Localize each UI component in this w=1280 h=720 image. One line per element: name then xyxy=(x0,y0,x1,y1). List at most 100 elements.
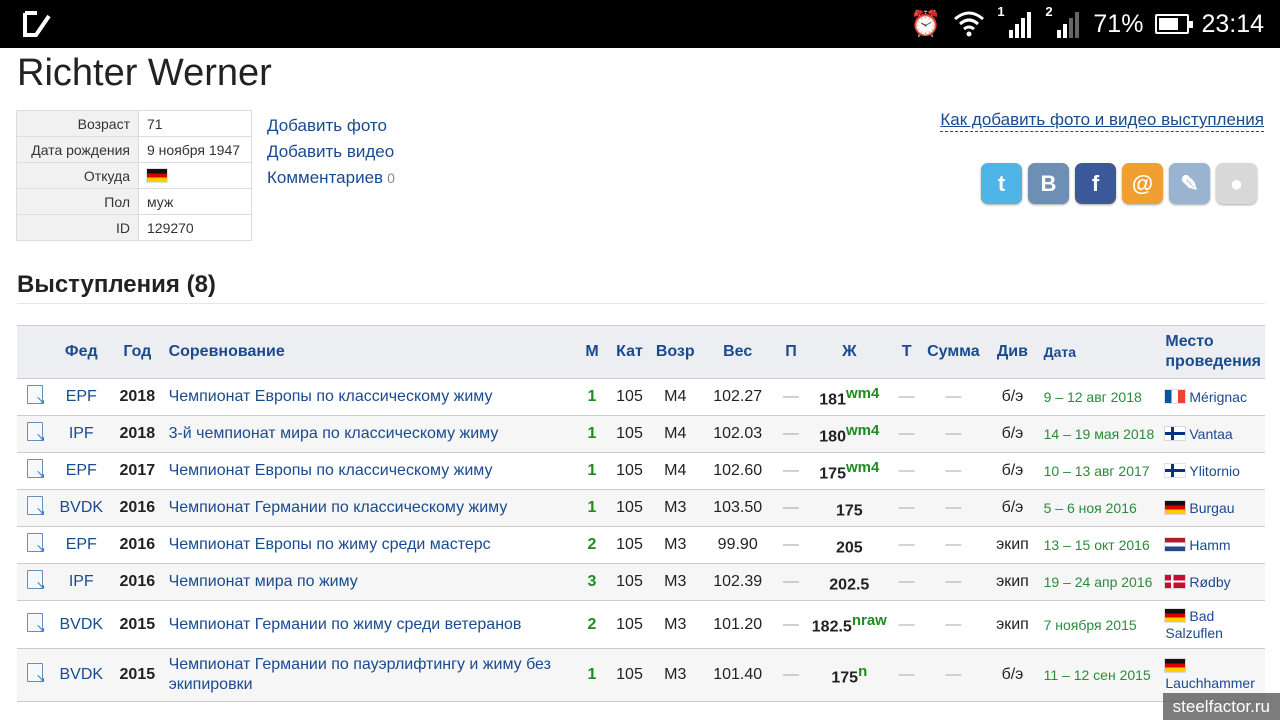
country-flag-icon xyxy=(1165,608,1186,622)
col-division[interactable]: Див xyxy=(985,325,1040,379)
fed-link[interactable]: EPF xyxy=(52,378,111,416)
fed-link[interactable]: BVDK xyxy=(52,489,111,527)
col-date[interactable]: Дата xyxy=(1039,325,1162,379)
country-flag-icon xyxy=(1165,463,1186,477)
fed-link[interactable]: IPF xyxy=(52,415,111,453)
protocol-doc-icon[interactable] xyxy=(26,496,46,518)
competition-link[interactable]: Чемпионат Европы по классическому жиму xyxy=(164,452,576,490)
fed-link[interactable]: BVDK xyxy=(52,648,111,702)
weight-class: 105 xyxy=(608,415,651,453)
date: 5 – 6 ноя 2016 xyxy=(1039,489,1162,527)
mail-icon[interactable]: @ xyxy=(1122,163,1163,204)
protocol-doc-icon[interactable] xyxy=(26,612,46,635)
bench-value: 175 xyxy=(835,502,863,520)
table-row: BVDK2015Чемпионат Германии по пауэрлифти… xyxy=(17,648,1265,702)
table-row: IPF20183-й чемпионат мира по классическо… xyxy=(17,415,1265,453)
rank: 1 xyxy=(575,648,609,702)
venue-link[interactable]: Mérignac xyxy=(1161,378,1265,416)
info-label-sex: Пол xyxy=(16,188,139,215)
weight-class: 105 xyxy=(608,452,651,490)
competition-link[interactable]: Чемпионат Германии по классическому жиму xyxy=(164,489,576,527)
country-flag-icon xyxy=(1165,574,1186,588)
bench-value: 181 xyxy=(819,391,846,409)
squat-result: — xyxy=(775,415,807,453)
competition-link[interactable]: Чемпионат мира по жиму xyxy=(164,563,576,601)
squat-result: — xyxy=(775,563,807,601)
competition-link[interactable]: Чемпионат Европы по жиму среди мастерс xyxy=(164,526,576,564)
deadlift-result: — xyxy=(891,378,922,416)
col-venue[interactable]: Место проведения xyxy=(1161,325,1265,379)
signal-sim1-icon: 1 xyxy=(997,4,1033,40)
venue-link[interactable]: Ylitornio xyxy=(1161,452,1265,490)
fed-link[interactable]: BVDK xyxy=(52,600,111,649)
fed-link[interactable]: EPF xyxy=(52,452,111,490)
col-bench[interactable]: Ж xyxy=(806,325,892,379)
bench-value: 175 xyxy=(831,669,859,687)
col-competition[interactable]: Соревнование xyxy=(164,325,576,379)
twitter-icon[interactable]: t xyxy=(981,163,1022,204)
col-deadlift[interactable]: Т xyxy=(891,325,922,379)
bench-value: 180 xyxy=(819,428,846,446)
age-group: M3 xyxy=(650,563,701,601)
google-icon[interactable]: ● xyxy=(1216,163,1257,204)
rank: 3 xyxy=(575,563,609,601)
col-age-group[interactable]: Возр xyxy=(650,325,701,379)
record-badge: wm4 xyxy=(845,421,880,439)
venue-link[interactable]: Bad Salzuflen xyxy=(1161,600,1265,649)
total-result: — xyxy=(921,452,986,490)
date: 19 – 24 апр 2016 xyxy=(1039,563,1162,601)
competition-link[interactable]: Чемпионат Европы по классическому жиму xyxy=(164,378,576,416)
deadlift-result: — xyxy=(891,648,922,702)
age-group: M4 xyxy=(650,378,701,416)
bench-result: 175 xyxy=(806,489,892,527)
col-squat[interactable]: П xyxy=(775,325,807,379)
fed-link[interactable]: IPF xyxy=(52,563,111,601)
venue-link[interactable]: Burgau xyxy=(1161,489,1265,527)
protocol-doc-icon[interactable] xyxy=(26,663,46,685)
date: 9 – 12 авг 2018 xyxy=(1039,378,1162,416)
vkontakte-icon[interactable]: В xyxy=(1028,163,1069,204)
col-fed[interactable]: Фед xyxy=(52,325,111,379)
protocol-doc-icon[interactable] xyxy=(26,459,46,481)
year: 2018 xyxy=(110,378,165,416)
fed-link[interactable]: EPF xyxy=(52,526,111,564)
col-year[interactable]: Год xyxy=(110,325,165,379)
livejournal-icon[interactable]: ✎ xyxy=(1169,163,1210,204)
year: 2018 xyxy=(110,415,165,453)
venue-link[interactable]: Vantaa xyxy=(1161,415,1265,453)
bench-result: 205 xyxy=(806,526,892,564)
protocol-doc-icon[interactable] xyxy=(26,570,46,592)
add-photo-link[interactable]: Добавить фото xyxy=(267,113,395,139)
protocol-doc-icon[interactable] xyxy=(26,385,46,407)
venue-link[interactable]: Hamm xyxy=(1161,526,1265,564)
record-badge: n xyxy=(858,662,868,680)
results-header-row: Фед Год Соревнование М Кат Возр Вес П Ж … xyxy=(17,325,1265,379)
country-flag-icon xyxy=(1165,659,1186,672)
competition-link[interactable]: 3-й чемпионат мира по классическому жиму xyxy=(164,415,576,453)
col-total[interactable]: Сумма xyxy=(921,325,986,379)
total-result: — xyxy=(921,526,986,564)
bench-result: 175wm4 xyxy=(806,452,892,490)
signal-sim2-icon: 2 xyxy=(1045,4,1081,40)
add-video-link[interactable]: Добавить видео xyxy=(267,139,395,165)
howto-add-media-link[interactable]: Как добавить фото и видео выступления xyxy=(940,110,1264,132)
comments-link[interactable]: Комментариев 0 xyxy=(267,165,395,191)
weight-class: 105 xyxy=(608,378,651,416)
table-row: EPF2018Чемпионат Европы по классическому… xyxy=(17,378,1265,416)
page-title: Richter Werner xyxy=(17,52,272,94)
competition-link[interactable]: Чемпионат Германии по жиму среди ветеран… xyxy=(164,600,576,649)
info-label-origin: Откуда xyxy=(16,162,139,189)
squat-result: — xyxy=(775,452,807,490)
col-category[interactable]: Кат xyxy=(608,325,651,379)
date: 13 – 15 окт 2016 xyxy=(1039,526,1162,564)
col-place-rank[interactable]: М xyxy=(575,325,609,379)
col-bodyweight[interactable]: Вес xyxy=(700,325,776,379)
competition-link[interactable]: Чемпионат Германии по пауэрлифтингу и жи… xyxy=(164,648,576,702)
country-flag-icon xyxy=(1165,426,1186,440)
facebook-icon[interactable]: f xyxy=(1075,163,1116,204)
protocol-doc-icon[interactable] xyxy=(26,422,46,444)
protocol-doc-icon[interactable] xyxy=(26,533,46,555)
venue-link[interactable]: Rødby xyxy=(1161,563,1265,601)
weight-class: 105 xyxy=(608,600,651,649)
info-label-id: ID xyxy=(16,214,139,241)
